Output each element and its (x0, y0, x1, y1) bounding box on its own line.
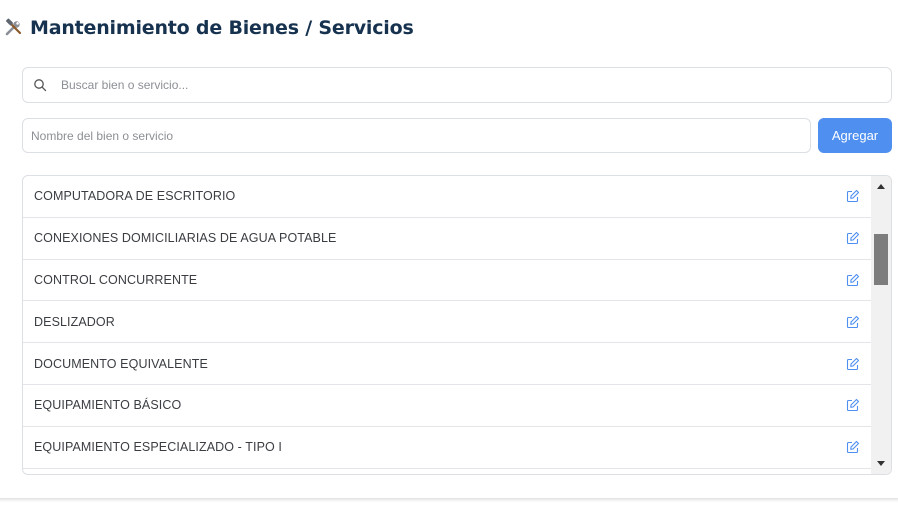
item-label: COMPUTADORA DE ESCRITORIO (34, 189, 236, 204)
scrollbar[interactable] (871, 176, 891, 474)
edit-icon[interactable] (846, 189, 860, 203)
item-label: CONTROL CONCURRENTE (34, 272, 198, 287)
search-box[interactable] (22, 67, 892, 103)
scroll-down-arrow-icon[interactable] (871, 456, 891, 472)
list-item: EQUIPAMIENTO BÁSICO (23, 385, 871, 427)
edit-icon[interactable] (846, 273, 860, 287)
list-item: DOCUMENTO EQUIVALENTE (23, 343, 871, 385)
list-item: CONTROL CONCURRENTE (23, 260, 871, 302)
edit-icon[interactable] (846, 315, 860, 329)
list-item: DESLIZADOR (23, 301, 871, 344)
edit-icon[interactable] (846, 398, 860, 412)
items-list-container[interactable]: COMPUTADORA DE ESCRITORIO CONEXIONES DOMI… (22, 175, 892, 475)
item-label: EQUIPAMIENTO BÁSICO (34, 398, 182, 413)
item-name-input[interactable] (22, 118, 811, 153)
item-label: DESLIZADOR (34, 314, 115, 329)
search-input[interactable] (61, 68, 891, 102)
list-item: COMPUTADORA DE ESCRITORIO (23, 176, 871, 218)
list-item: CONEXIONES DOMICILIARIAS DE AGUA POTABLE (23, 218, 871, 260)
scrollbar-thumb[interactable] (874, 234, 888, 285)
item-label: EQUIPAMIENTO ESPECIALIZADO - TIPO I (34, 440, 282, 455)
hammer-wrench-icon (4, 18, 24, 38)
scroll-up-arrow-icon[interactable] (871, 178, 891, 194)
edit-icon[interactable] (846, 440, 860, 454)
items-list: COMPUTADORA DE ESCRITORIO CONEXIONES DOMI… (23, 176, 871, 474)
item-label: DOCUMENTO EQUIVALENTE (34, 356, 208, 371)
page-title: Mantenimiento de Bienes / Servicios (30, 17, 414, 39)
header: Mantenimiento de Bienes / Servicios (4, 15, 414, 41)
add-button[interactable]: Agregar (818, 118, 892, 153)
search-icon (33, 78, 47, 92)
edit-icon[interactable] (846, 231, 860, 245)
list-item: EQUIPAMIENTO ESPECIALIZADO - TIPO I (23, 427, 871, 469)
item-label: CONEXIONES DOMICILIARIAS DE AGUA POTABLE (34, 231, 337, 246)
edit-icon[interactable] (846, 357, 860, 371)
